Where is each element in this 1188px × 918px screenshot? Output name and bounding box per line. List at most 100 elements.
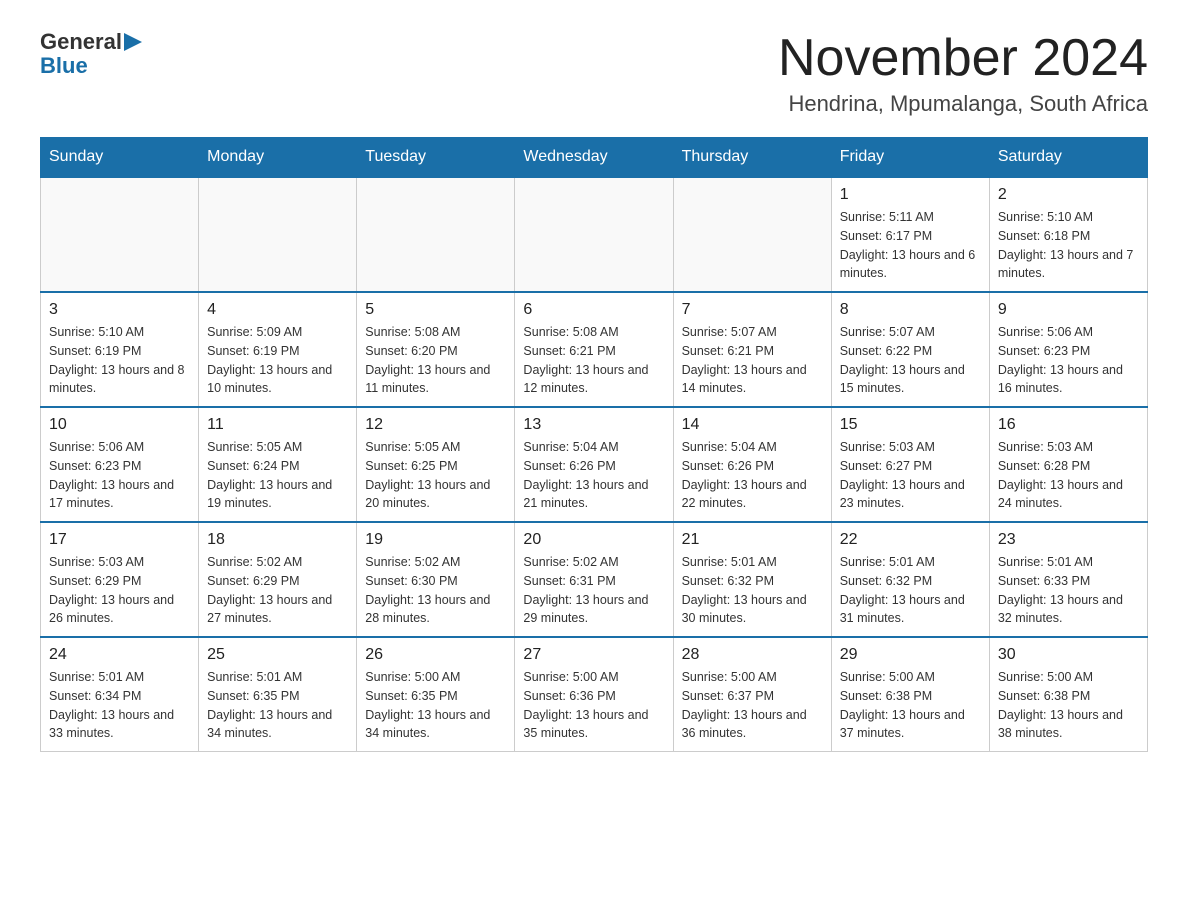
day-info: Sunrise: 5:02 AMSunset: 6:31 PMDaylight:… xyxy=(523,553,664,628)
day-info: Sunrise: 5:01 AMSunset: 6:34 PMDaylight:… xyxy=(49,668,190,743)
calendar-cell: 14 Sunrise: 5:04 AMSunset: 6:26 PMDayligh… xyxy=(673,407,831,522)
day-info: Sunrise: 5:06 AMSunset: 6:23 PMDaylight:… xyxy=(49,438,190,513)
day-number: 12 xyxy=(365,416,506,434)
calendar-cell: 11 Sunrise: 5:05 AMSunset: 6:24 PMDayligh… xyxy=(199,407,357,522)
day-number: 15 xyxy=(840,416,981,434)
day-number: 20 xyxy=(523,531,664,549)
calendar-cell: 21Sunrise: 5:01 AMSunset: 6:32 PMDayligh… xyxy=(673,522,831,637)
day-info: Sunrise: 5:01 AMSunset: 6:33 PMDaylight:… xyxy=(998,553,1139,628)
day-number: 8 xyxy=(840,301,981,319)
calendar-cell: 27 Sunrise: 5:00 AMSunset: 6:36 PMDayligh… xyxy=(515,637,673,752)
day-info: Sunrise: 5:03 AMSunset: 6:29 PMDaylight:… xyxy=(49,553,190,628)
calendar-cell xyxy=(515,177,673,292)
calendar-cell xyxy=(199,177,357,292)
day-number: 6 xyxy=(523,301,664,319)
calendar-cell xyxy=(41,177,199,292)
day-info: Sunrise: 5:10 AMSunset: 6:19 PMDaylight:… xyxy=(49,323,190,398)
calendar-week-row: 10 Sunrise: 5:06 AMSunset: 6:23 PMDayligh… xyxy=(41,407,1148,522)
calendar-cell: 18Sunrise: 5:02 AMSunset: 6:29 PMDayligh… xyxy=(199,522,357,637)
day-info: Sunrise: 5:06 AMSunset: 6:23 PMDaylight:… xyxy=(998,323,1139,398)
calendar-cell: 19 Sunrise: 5:02 AMSunset: 6:30 PMDayligh… xyxy=(357,522,515,637)
day-number: 5 xyxy=(365,301,506,319)
calendar-day-header: Tuesday xyxy=(357,138,515,178)
day-info: Sunrise: 5:00 AMSunset: 6:38 PMDaylight:… xyxy=(998,668,1139,743)
day-number: 19 xyxy=(365,531,506,549)
calendar-day-header: Thursday xyxy=(673,138,831,178)
day-number: 16 xyxy=(998,416,1139,434)
day-info: Sunrise: 5:01 AMSunset: 6:32 PMDaylight:… xyxy=(840,553,981,628)
day-info: Sunrise: 5:00 AMSunset: 6:35 PMDaylight:… xyxy=(365,668,506,743)
calendar-cell: 7Sunrise: 5:07 AMSunset: 6:21 PMDaylight… xyxy=(673,292,831,407)
calendar-table: SundayMondayTuesdayWednesdayThursdayFrid… xyxy=(40,137,1148,752)
calendar-cell: 10 Sunrise: 5:06 AMSunset: 6:23 PMDayligh… xyxy=(41,407,199,522)
calendar-day-header: Wednesday xyxy=(515,138,673,178)
day-info: Sunrise: 5:04 AMSunset: 6:26 PMDaylight:… xyxy=(523,438,664,513)
day-number: 17 xyxy=(49,531,190,549)
calendar-cell: 16 Sunrise: 5:03 AMSunset: 6:28 PMDayligh… xyxy=(989,407,1147,522)
day-info: Sunrise: 5:09 AMSunset: 6:19 PMDaylight:… xyxy=(207,323,348,398)
day-number: 21 xyxy=(682,531,823,549)
calendar-day-header: Saturday xyxy=(989,138,1147,178)
calendar-cell: 17 Sunrise: 5:03 AMSunset: 6:29 PMDayligh… xyxy=(41,522,199,637)
day-number: 29 xyxy=(840,646,981,664)
day-info: Sunrise: 5:07 AMSunset: 6:22 PMDaylight:… xyxy=(840,323,981,398)
calendar-cell: 15 Sunrise: 5:03 AMSunset: 6:27 PMDayligh… xyxy=(831,407,989,522)
calendar-cell: 8 Sunrise: 5:07 AMSunset: 6:22 PMDaylight… xyxy=(831,292,989,407)
calendar-cell xyxy=(673,177,831,292)
day-number: 26 xyxy=(365,646,506,664)
calendar-week-row: 17 Sunrise: 5:03 AMSunset: 6:29 PMDayligh… xyxy=(41,522,1148,637)
logo: General Blue xyxy=(40,30,142,78)
calendar-day-header: Sunday xyxy=(41,138,199,178)
day-number: 28 xyxy=(682,646,823,664)
calendar-cell: 1Sunrise: 5:11 AMSunset: 6:17 PMDaylight… xyxy=(831,177,989,292)
calendar-cell: 5Sunrise: 5:08 AMSunset: 6:20 PMDaylight… xyxy=(357,292,515,407)
day-info: Sunrise: 5:03 AMSunset: 6:27 PMDaylight:… xyxy=(840,438,981,513)
logo-blue-text: Blue xyxy=(40,53,88,78)
calendar-week-row: 1Sunrise: 5:11 AMSunset: 6:17 PMDaylight… xyxy=(41,177,1148,292)
day-number: 30 xyxy=(998,646,1139,664)
calendar-cell: 22 Sunrise: 5:01 AMSunset: 6:32 PMDayligh… xyxy=(831,522,989,637)
day-info: Sunrise: 5:02 AMSunset: 6:30 PMDaylight:… xyxy=(365,553,506,628)
day-number: 18 xyxy=(207,531,348,549)
calendar-cell: 23 Sunrise: 5:01 AMSunset: 6:33 PMDayligh… xyxy=(989,522,1147,637)
day-number: 22 xyxy=(840,531,981,549)
day-number: 23 xyxy=(998,531,1139,549)
day-number: 10 xyxy=(49,416,190,434)
calendar-cell: 6Sunrise: 5:08 AMSunset: 6:21 PMDaylight… xyxy=(515,292,673,407)
day-number: 27 xyxy=(523,646,664,664)
calendar-title: November 2024 xyxy=(778,30,1148,87)
calendar-cell xyxy=(357,177,515,292)
day-info: Sunrise: 5:05 AMSunset: 6:25 PMDaylight:… xyxy=(365,438,506,513)
calendar-cell: 24 Sunrise: 5:01 AMSunset: 6:34 PMDayligh… xyxy=(41,637,199,752)
title-block: November 2024 Hendrina, Mpumalanga, Sout… xyxy=(778,30,1148,117)
calendar-cell: 20 Sunrise: 5:02 AMSunset: 6:31 PMDayligh… xyxy=(515,522,673,637)
day-info: Sunrise: 5:05 AMSunset: 6:24 PMDaylight:… xyxy=(207,438,348,513)
calendar-cell: 9Sunrise: 5:06 AMSunset: 6:23 PMDaylight… xyxy=(989,292,1147,407)
calendar-cell: 12 Sunrise: 5:05 AMSunset: 6:25 PMDayligh… xyxy=(357,407,515,522)
calendar-cell: 13 Sunrise: 5:04 AMSunset: 6:26 PMDayligh… xyxy=(515,407,673,522)
day-info: Sunrise: 5:03 AMSunset: 6:28 PMDaylight:… xyxy=(998,438,1139,513)
page-header: General Blue November 2024 Hendrina, Mpu… xyxy=(40,30,1148,117)
calendar-cell: 26 Sunrise: 5:00 AMSunset: 6:35 PMDayligh… xyxy=(357,637,515,752)
day-number: 25 xyxy=(207,646,348,664)
calendar-cell: 4 Sunrise: 5:09 AMSunset: 6:19 PMDaylight… xyxy=(199,292,357,407)
day-info: Sunrise: 5:04 AMSunset: 6:26 PMDaylight:… xyxy=(682,438,823,513)
calendar-week-row: 3 Sunrise: 5:10 AMSunset: 6:19 PMDaylight… xyxy=(41,292,1148,407)
calendar-cell: 25Sunrise: 5:01 AMSunset: 6:35 PMDayligh… xyxy=(199,637,357,752)
day-info: Sunrise: 5:07 AMSunset: 6:21 PMDaylight:… xyxy=(682,323,823,398)
day-number: 13 xyxy=(523,416,664,434)
calendar-cell: 29Sunrise: 5:00 AMSunset: 6:38 PMDayligh… xyxy=(831,637,989,752)
day-info: Sunrise: 5:00 AMSunset: 6:36 PMDaylight:… xyxy=(523,668,664,743)
day-number: 14 xyxy=(682,416,823,434)
day-number: 11 xyxy=(207,416,348,434)
day-number: 3 xyxy=(49,301,190,319)
day-number: 1 xyxy=(840,186,981,204)
calendar-cell: 30 Sunrise: 5:00 AMSunset: 6:38 PMDayligh… xyxy=(989,637,1147,752)
calendar-cell: 2Sunrise: 5:10 AMSunset: 6:18 PMDaylight… xyxy=(989,177,1147,292)
day-number: 4 xyxy=(207,301,348,319)
day-number: 24 xyxy=(49,646,190,664)
calendar-subtitle: Hendrina, Mpumalanga, South Africa xyxy=(778,91,1148,117)
calendar-week-row: 24 Sunrise: 5:01 AMSunset: 6:34 PMDayligh… xyxy=(41,637,1148,752)
calendar-day-header: Monday xyxy=(199,138,357,178)
calendar-header-row: SundayMondayTuesdayWednesdayThursdayFrid… xyxy=(41,138,1148,178)
